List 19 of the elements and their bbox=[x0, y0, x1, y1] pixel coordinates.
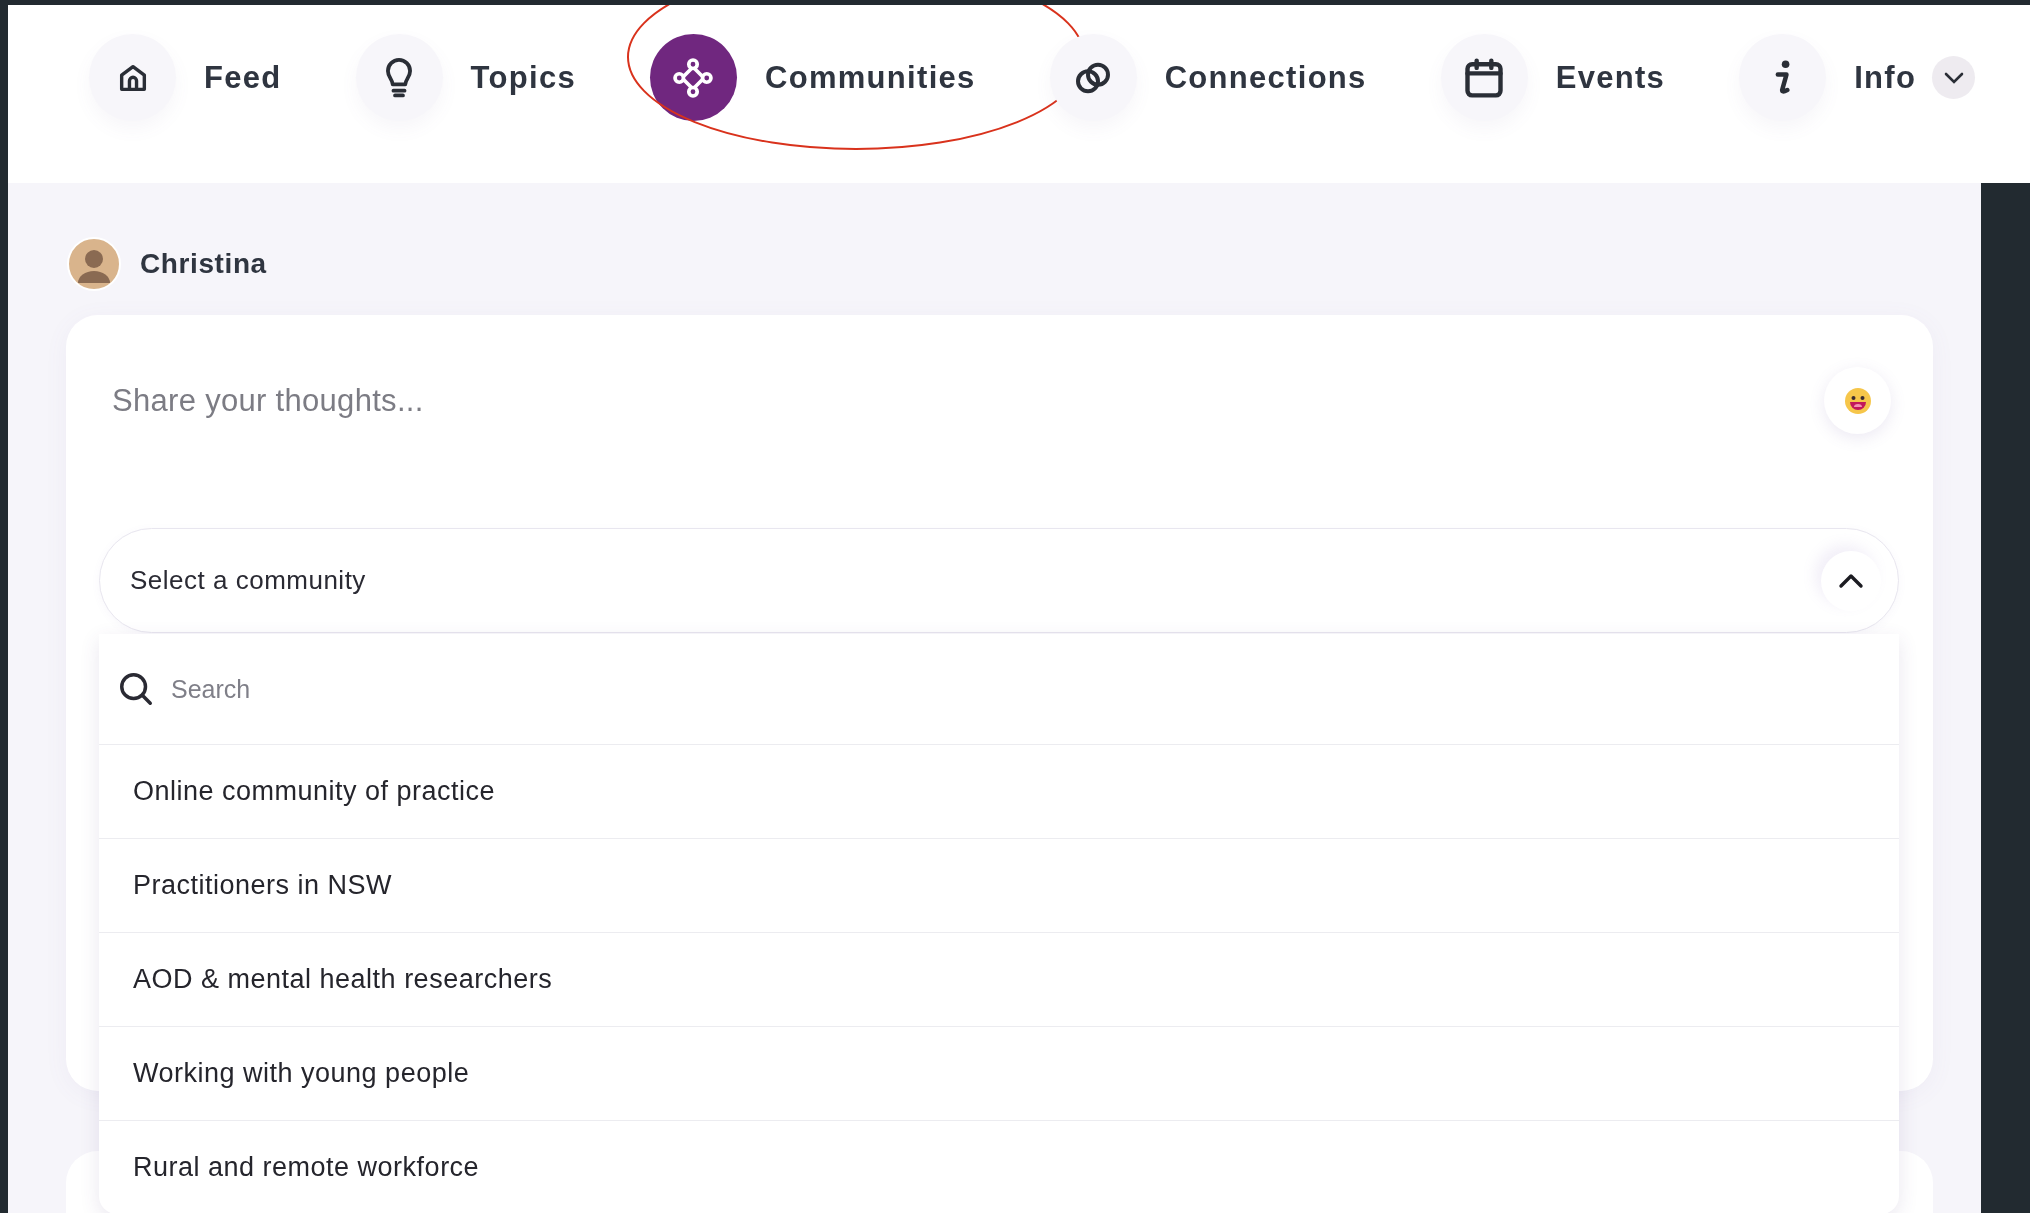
community-select[interactable]: Select a community bbox=[99, 528, 1899, 633]
chevron-down-icon[interactable] bbox=[1932, 56, 1976, 99]
nav-tab[interactable]: Events bbox=[1440, 34, 1666, 121]
nav-tab[interactable]: Topics bbox=[355, 34, 576, 121]
user-name: Christina bbox=[140, 247, 267, 280]
post-input[interactable]: Share your thoughts... bbox=[112, 382, 424, 419]
dropdown-option[interactable]: Practitioners in NSW bbox=[99, 838, 1899, 932]
dropdown-option[interactable]: Online community of practice bbox=[99, 744, 1899, 838]
emoji-icon bbox=[1842, 385, 1873, 416]
search-field[interactable]: Search bbox=[169, 673, 773, 705]
nav-tab[interactable]: Communities bbox=[649, 34, 976, 121]
avatar bbox=[67, 236, 121, 291]
dropdown-option[interactable]: Working with young people bbox=[99, 1026, 1899, 1120]
network-icon bbox=[671, 55, 716, 100]
search-icon bbox=[117, 670, 155, 708]
dropdown-option[interactable]: AOD & mental health researchers bbox=[99, 932, 1899, 1026]
nav-tab[interactable]: Connections bbox=[1049, 34, 1367, 121]
nav-tab[interactable]: Info bbox=[1739, 34, 1976, 121]
nav-tab[interactable]: Feed bbox=[89, 34, 282, 121]
